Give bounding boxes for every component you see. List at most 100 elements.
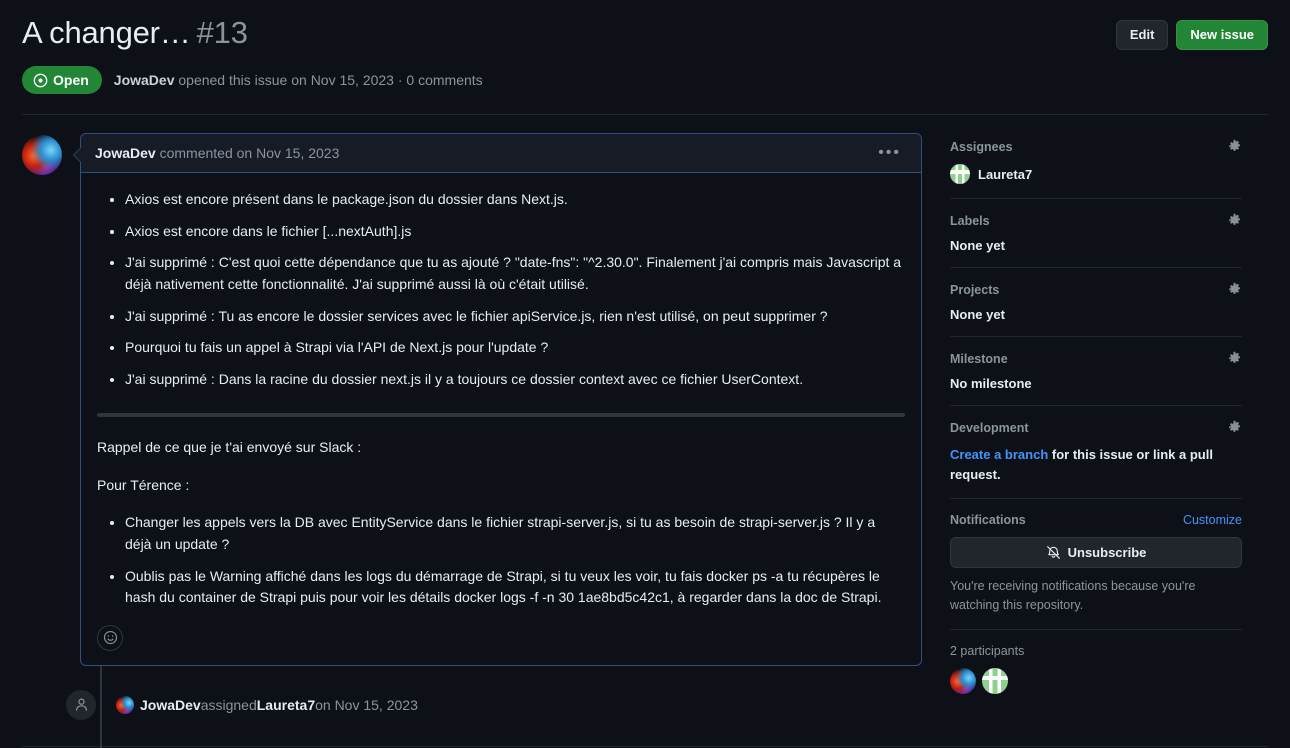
assignee-item[interactable]: Laureta7 xyxy=(950,164,1242,184)
reaction-row xyxy=(81,619,921,665)
list-item: Pourquoi tu fais un appel à Strapi via l… xyxy=(125,337,905,359)
milestone-value: No milestone xyxy=(950,376,1032,391)
comment-thread-item: JowaDev commented on Nov 15, 2023 ••• Ax… xyxy=(22,133,922,666)
sidebar-development-header: Development xyxy=(950,420,1242,435)
avatar[interactable] xyxy=(950,164,970,184)
event-text: JowaDev assigned Laureta7 on Nov 15, 202… xyxy=(116,695,418,714)
sidebar-assignees-header: Assignees xyxy=(950,139,1242,154)
gear-icon[interactable] xyxy=(1227,139,1242,154)
avatar[interactable] xyxy=(982,667,1008,694)
comment-box: JowaDev commented on Nov 15, 2023 ••• Ax… xyxy=(73,133,922,666)
issue-title-text: A changer… xyxy=(22,15,191,50)
issue-comment-count: 0 comments xyxy=(406,72,483,88)
list-item: Changer les appels vers la DB avec Entit… xyxy=(125,512,905,555)
participants-avatars xyxy=(950,667,1242,694)
development-text: Create a branch for this issue or link a… xyxy=(950,445,1242,484)
event-target[interactable]: Laureta7 xyxy=(257,697,315,713)
add-reaction-button[interactable] xyxy=(97,624,123,651)
issue-author[interactable]: JowaDev xyxy=(114,72,175,88)
smiley-icon xyxy=(103,631,117,645)
event-suffix: on Nov 15, 2023 xyxy=(315,696,418,713)
projects-value: None yet xyxy=(950,307,1005,322)
sidebar-labels-title: Labels xyxy=(950,213,990,228)
create-a-branch-link[interactable]: Create a branch xyxy=(950,447,1048,462)
sidebar-section-development: Development Create a branch for this iss… xyxy=(950,405,1242,498)
event-verb: assigned xyxy=(200,696,257,713)
notifications-note: You're receiving notifications because y… xyxy=(950,579,1196,612)
sidebar-section-notifications: Notifications Customize Unsubscribe You'… xyxy=(950,498,1242,629)
customize-notifications-link[interactable]: Customize xyxy=(1183,513,1242,527)
sidebar-milestone-header: Milestone xyxy=(950,351,1242,366)
timeline-event-assigned: JowaDev assigned Laureta7 on Nov 15, 202… xyxy=(22,689,922,720)
comment-bullet-list-top: Axios est encore présent dans le package… xyxy=(97,189,905,391)
horizontal-rule xyxy=(97,412,905,417)
avatar[interactable] xyxy=(22,135,62,175)
comment-bullet-list-bottom: Changer les appels vers la DB avec Entit… xyxy=(97,512,905,609)
sidebar-assignees-title: Assignees xyxy=(950,139,1013,154)
sidebar-development-title: Development xyxy=(950,420,1029,435)
comment-timestamp: commented on Nov 15, 2023 xyxy=(155,145,340,161)
gear-icon[interactable] xyxy=(1227,282,1242,297)
avatar[interactable] xyxy=(116,695,134,714)
gear-glyph xyxy=(1228,420,1241,432)
comment-author[interactable]: JowaDev xyxy=(95,145,156,161)
sidebar-section-assignees: Assignees Laureta7 xyxy=(950,139,1242,198)
issue-number: #13 xyxy=(196,15,248,50)
status-badge-label: Open xyxy=(53,72,89,88)
sidebar-notifications-title: Notifications xyxy=(950,513,1026,527)
sidebar-labels-header: Labels xyxy=(950,213,1242,228)
participants-count: 2 participants xyxy=(950,643,1025,658)
list-item: Axios est encore dans le fichier [...nex… xyxy=(125,221,905,243)
gear-glyph xyxy=(1228,351,1241,363)
sidebar-section-participants: 2 participants xyxy=(950,628,1242,708)
issue-opened-icon xyxy=(33,73,48,87)
unsubscribe-label: Unsubscribe xyxy=(1067,545,1147,560)
bell-slash-icon xyxy=(1046,546,1060,559)
sidebar-notifications-header: Notifications Customize xyxy=(950,513,1242,527)
gear-glyph xyxy=(1228,213,1241,225)
comment-header: JowaDev commented on Nov 15, 2023 ••• xyxy=(81,134,921,173)
edit-button[interactable]: Edit xyxy=(1115,20,1169,50)
new-issue-button[interactable]: New issue xyxy=(1176,20,1268,50)
status-badge: Open xyxy=(22,66,102,94)
sidebar-milestone-title: Milestone xyxy=(950,351,1008,366)
comment-menu-icon[interactable]: ••• xyxy=(872,144,907,162)
list-item: J'ai supprimé : Tu as encore le dossier … xyxy=(125,306,905,328)
timeline-column: JowaDev commented on Nov 15, 2023 ••• Ax… xyxy=(22,133,922,748)
comment-body: Axios est encore présent dans le package… xyxy=(81,173,921,619)
person-icon-badge xyxy=(66,689,96,720)
sidebar-projects-header: Projects xyxy=(950,282,1242,297)
list-item: J'ai supprimé : C'est quoi cette dépenda… xyxy=(125,252,905,295)
header-actions: Edit New issue xyxy=(1115,14,1268,50)
page-title: A changer… #13 xyxy=(22,14,248,52)
issue-meta-row: Open JowaDev opened this issue on Nov 15… xyxy=(22,66,1268,94)
unsubscribe-button[interactable]: Unsubscribe xyxy=(950,537,1242,568)
sidebar-projects-title: Projects xyxy=(950,282,1000,297)
gear-icon[interactable] xyxy=(1227,351,1242,366)
gear-glyph xyxy=(1228,139,1241,151)
person-icon xyxy=(75,698,87,712)
issue-header: A changer… #13 Edit New issue Open JowaDe… xyxy=(0,0,1290,94)
main-content: JowaDev commented on Nov 15, 2023 ••• Ax… xyxy=(0,115,1290,748)
issue-page: A changer… #13 Edit New issue Open JowaDe… xyxy=(0,0,1290,748)
comment-avatar-gutter xyxy=(22,133,80,666)
gear-icon[interactable] xyxy=(1227,213,1242,228)
assignee-name[interactable]: Laureta7 xyxy=(978,167,1032,182)
list-item: Oublis pas le Warning affiché dans les l… xyxy=(125,566,905,609)
labels-value: None yet xyxy=(950,238,1005,253)
sidebar-section-milestone: Milestone No milestone xyxy=(950,336,1242,405)
comment-paragraph-2: Pour Térence : xyxy=(97,476,190,493)
comment-header-text: JowaDev commented on Nov 15, 2023 xyxy=(95,145,339,161)
issue-meta-text: JowaDev opened this issue on Nov 15, 202… xyxy=(114,72,483,88)
list-item: Axios est encore présent dans le package… xyxy=(125,189,905,211)
gear-glyph xyxy=(1228,282,1241,294)
issue-meta-mid: opened this issue on Nov 15, 2023 · xyxy=(174,72,407,88)
sidebar-section-labels: Labels None yet xyxy=(950,198,1242,267)
issue-sidebar: Assignees Laureta7 Labels None yet Proje… xyxy=(922,133,1242,720)
avatar[interactable] xyxy=(950,667,976,694)
comment-paragraph-1: Rappel de ce que je t'ai envoyé sur Slac… xyxy=(97,438,362,455)
list-item: J'ai supprimé : Dans la racine du dossie… xyxy=(125,369,905,391)
event-actor[interactable]: JowaDev xyxy=(140,697,201,713)
sidebar-section-projects: Projects None yet xyxy=(950,267,1242,336)
gear-icon[interactable] xyxy=(1227,420,1242,435)
